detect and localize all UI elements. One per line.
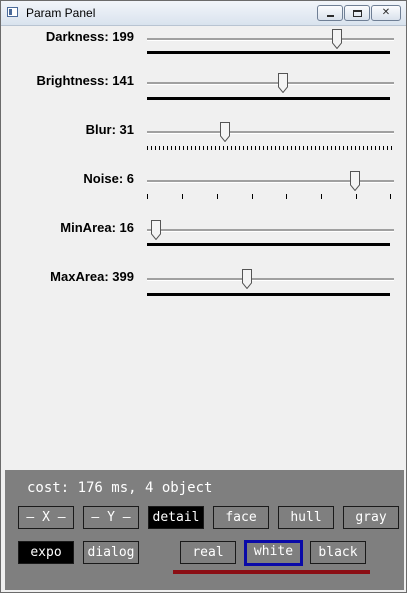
slider-track[interactable] (147, 229, 394, 232)
minimize-button[interactable] (317, 5, 343, 21)
slider-label: MinArea: 16 (60, 220, 134, 235)
black-button[interactable]: black (310, 541, 366, 564)
slider-label: Brightness: 141 (36, 73, 134, 88)
maximize-icon (353, 10, 362, 17)
tick-mark (390, 194, 391, 199)
dialog-button[interactable]: dialog (83, 541, 139, 564)
slider-thumb[interactable] (350, 171, 361, 191)
tick-mark (252, 194, 253, 199)
tick-mark (356, 194, 357, 199)
slider-label: Noise: 6 (83, 171, 134, 186)
face-button[interactable]: face (213, 506, 269, 529)
slider-label: MaxArea: 399 (50, 269, 134, 284)
group-underline (173, 570, 370, 574)
slider-tick-marks (147, 194, 392, 200)
slider-thumb[interactable] (278, 73, 289, 93)
app-icon (7, 7, 18, 17)
slider-track[interactable] (147, 82, 394, 85)
slider-indicator-line (147, 51, 390, 54)
slider-label: Darkness: 199 (45, 29, 134, 44)
slider-indicator-line (147, 243, 390, 246)
control-panel: cost: 176 ms, 4 object — X — — Y — detai… (5, 470, 404, 590)
slider-thumb[interactable] (241, 269, 252, 289)
slider-tick-marks (147, 146, 392, 150)
tick-mark (321, 194, 322, 199)
close-button[interactable]: ✕ (371, 5, 401, 21)
slider-track[interactable] (147, 131, 394, 134)
status-text: cost: 176 ms, 4 object (27, 480, 213, 496)
slider-label: Blur: 31 (85, 122, 134, 137)
x-button[interactable]: — X — (18, 506, 74, 529)
gray-button[interactable]: gray (343, 506, 399, 529)
expo-button[interactable]: expo (18, 541, 74, 564)
param-panel-window: Param Panel ✕ Darkness: 199 Brightness: … (0, 0, 407, 593)
tick-mark (217, 194, 218, 199)
slider-track[interactable] (147, 38, 394, 41)
window-title: Param Panel (26, 6, 96, 20)
slider-thumb[interactable] (220, 122, 231, 142)
tick-mark (182, 194, 183, 199)
real-button[interactable]: real (180, 541, 236, 564)
title-bar[interactable]: Param Panel ✕ (1, 1, 406, 26)
tick-mark (286, 194, 287, 199)
slider-thumb[interactable] (150, 220, 161, 240)
tick-mark (147, 194, 148, 199)
detail-button[interactable]: detail (148, 506, 204, 529)
white-button[interactable]: white (244, 540, 303, 566)
slider-indicator-line (147, 293, 390, 296)
maximize-button[interactable] (344, 5, 370, 21)
slider-indicator-line (147, 97, 390, 100)
slider-track[interactable] (147, 278, 394, 281)
hull-button[interactable]: hull (278, 506, 334, 529)
slider-thumb[interactable] (331, 29, 342, 49)
close-icon: ✕ (381, 7, 391, 18)
minimize-icon (327, 15, 334, 17)
y-button[interactable]: — Y — (83, 506, 139, 529)
